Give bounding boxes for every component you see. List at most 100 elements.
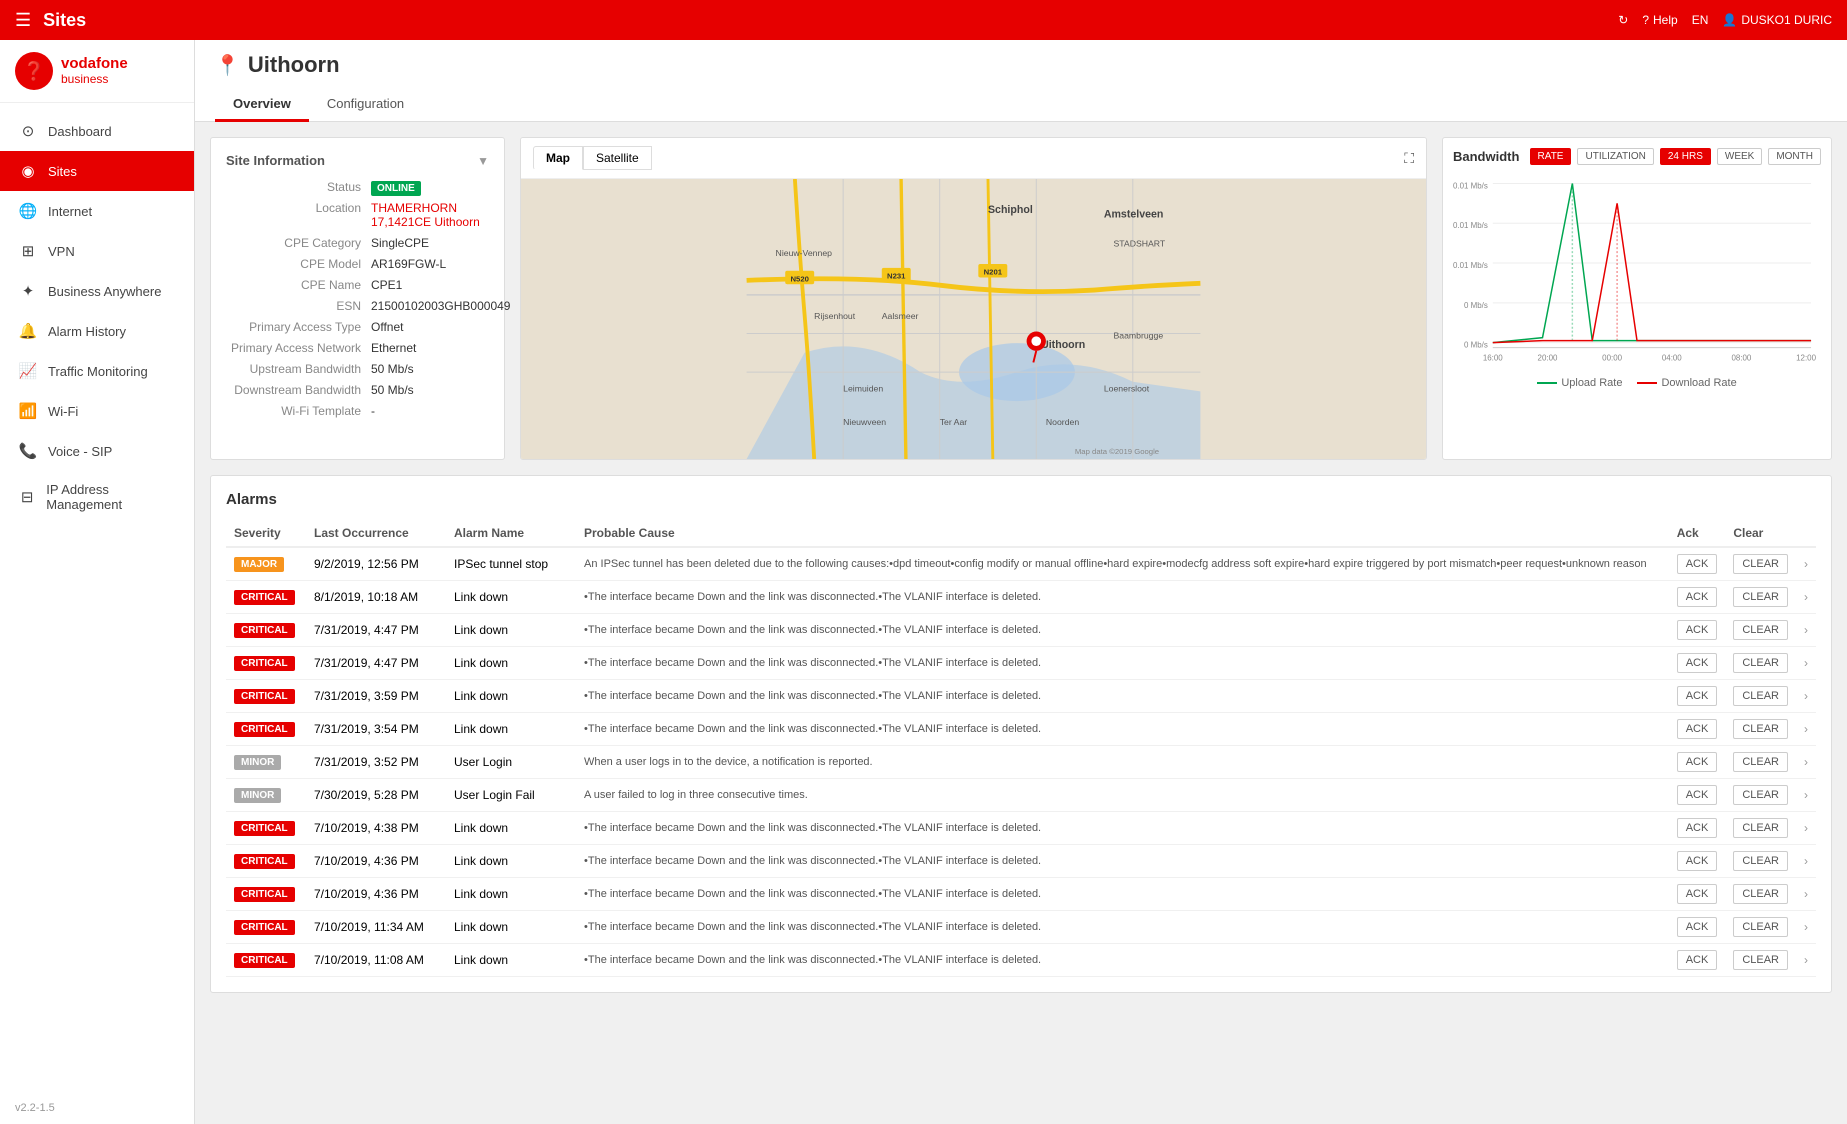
last-occurrence: 7/31/2019, 4:47 PM [306, 614, 446, 647]
row-expand-icon[interactable]: › [1804, 689, 1808, 703]
language-selector[interactable]: EN [1692, 13, 1709, 27]
severity-badge: CRITICAL [234, 920, 295, 935]
ip-icon: ⊟ [18, 488, 36, 506]
row-expand-icon[interactable]: › [1804, 920, 1808, 934]
ack-button[interactable]: ACK [1677, 752, 1718, 772]
svg-text:12:00: 12:00 [1796, 354, 1816, 363]
table-row: CRITICAL 7/10/2019, 4:38 PM Link down •T… [226, 812, 1816, 845]
ack-button[interactable]: ACK [1677, 587, 1718, 607]
sidebar-item-dashboard[interactable]: ⊙ Dashboard [0, 111, 194, 151]
ack-button[interactable]: ACK [1677, 917, 1718, 937]
location-link[interactable]: THAMERHORN 17,1421CE Uithoorn [371, 201, 480, 229]
row-expand-icon[interactable]: › [1804, 722, 1808, 736]
table-row: CRITICAL 7/10/2019, 4:36 PM Link down •T… [226, 878, 1816, 911]
clear-button[interactable]: CLEAR [1733, 785, 1788, 805]
info-row-primary-access-type: Primary Access Type Offnet [226, 320, 489, 334]
primary-access-type-value: Offnet [371, 320, 489, 334]
severity-badge: CRITICAL [234, 590, 295, 605]
ack-button[interactable]: ACK [1677, 719, 1718, 739]
table-row: CRITICAL 7/10/2019, 11:08 AM Link down •… [226, 944, 1816, 977]
probable-cause: •The interface became Down and the link … [576, 581, 1669, 614]
sidebar-item-internet[interactable]: 🌐 Internet [0, 191, 194, 231]
clear-button[interactable]: CLEAR [1733, 719, 1788, 739]
sidebar-item-business-anywhere[interactable]: ✦ Business Anywhere [0, 271, 194, 311]
clear-button[interactable]: CLEAR [1733, 554, 1788, 574]
alarm-name: Link down [446, 614, 576, 647]
row-expand-icon[interactable]: › [1804, 821, 1808, 835]
row-expand-icon[interactable]: › [1804, 590, 1808, 604]
row-expand-icon[interactable]: › [1804, 656, 1808, 670]
row-expand-icon[interactable]: › [1804, 788, 1808, 802]
alarms-section: Alarms Severity Last Occurrence Alarm Na… [210, 475, 1832, 993]
clear-button[interactable]: CLEAR [1733, 752, 1788, 772]
bw-btn-month[interactable]: MONTH [1768, 148, 1821, 165]
row-expand-icon[interactable]: › [1804, 623, 1808, 637]
site-info-chevron-icon[interactable]: ▼ [477, 154, 489, 168]
svg-text:Baambrugge: Baambrugge [1114, 330, 1164, 340]
ack-button[interactable]: ACK [1677, 620, 1718, 640]
row-expand-icon[interactable]: › [1804, 953, 1808, 967]
refresh-icon[interactable]: ↻ [1618, 13, 1628, 27]
row-expand-icon[interactable]: › [1804, 887, 1808, 901]
svg-text:04:00: 04:00 [1662, 354, 1682, 363]
content-area: 📍 Uithoorn Overview Configuration Site I… [195, 40, 1847, 1124]
ack-button[interactable]: ACK [1677, 884, 1718, 904]
sidebar-item-sites[interactable]: ◉ Sites [0, 151, 194, 191]
clear-button[interactable]: CLEAR [1733, 686, 1788, 706]
clear-button[interactable]: CLEAR [1733, 884, 1788, 904]
sidebar-item-wifi[interactable]: 📶 Wi-Fi [0, 391, 194, 431]
ack-button[interactable]: ACK [1677, 785, 1718, 805]
clear-button[interactable]: CLEAR [1733, 653, 1788, 673]
alarm-name: Link down [446, 878, 576, 911]
table-row: CRITICAL 8/1/2019, 10:18 AM Link down •T… [226, 581, 1816, 614]
clear-button[interactable]: CLEAR [1733, 587, 1788, 607]
fullscreen-icon[interactable]: ⛶ [1404, 150, 1414, 167]
vodafone-logo-circle: ❓ [15, 52, 53, 90]
map-tab-map[interactable]: Map [533, 146, 583, 170]
site-info-card: Site Information ▼ Status ONLINE Locatio… [210, 137, 505, 460]
bw-btn-week[interactable]: WEEK [1717, 148, 1762, 165]
table-row: CRITICAL 7/10/2019, 11:34 AM Link down •… [226, 911, 1816, 944]
ack-button[interactable]: ACK [1677, 818, 1718, 838]
bw-btn-rate[interactable]: RATE [1530, 148, 1572, 165]
sidebar-label-dashboard: Dashboard [48, 124, 112, 139]
row-expand-icon[interactable]: › [1804, 755, 1808, 769]
bandwidth-card: Bandwidth RATE UTILIZATION 24 HRS WEEK M… [1442, 137, 1832, 460]
sidebar-item-alarm-history[interactable]: 🔔 Alarm History [0, 311, 194, 351]
legend-download: Download Rate [1637, 377, 1736, 389]
ack-button[interactable]: ACK [1677, 950, 1718, 970]
help-button[interactable]: ? Help [1642, 13, 1677, 27]
sidebar-item-ip-address[interactable]: ⊟ IP Address Management [0, 471, 194, 523]
tab-overview[interactable]: Overview [215, 88, 309, 122]
clear-button[interactable]: CLEAR [1733, 818, 1788, 838]
sidebar-version: v2.2-1.5 [0, 1092, 194, 1124]
probable-cause: •The interface became Down and the link … [576, 713, 1669, 746]
ack-button[interactable]: ACK [1677, 851, 1718, 871]
svg-text:Nieuwveen: Nieuwveen [843, 417, 886, 427]
row-expand-icon[interactable]: › [1804, 854, 1808, 868]
sidebar-item-vpn[interactable]: ⊞ VPN [0, 231, 194, 271]
map-container: N520 N231 N201 Amstelveen STADSHART Schi… [521, 179, 1426, 459]
clear-button[interactable]: CLEAR [1733, 950, 1788, 970]
ack-button[interactable]: ACK [1677, 554, 1718, 574]
row-expand-icon[interactable]: › [1804, 557, 1808, 571]
clear-button[interactable]: CLEAR [1733, 851, 1788, 871]
probable-cause: •The interface became Down and the link … [576, 812, 1669, 845]
alarm-name: Link down [446, 812, 576, 845]
col-header-alarm-name: Alarm Name [446, 520, 576, 547]
clear-button[interactable]: CLEAR [1733, 620, 1788, 640]
map-tab-satellite[interactable]: Satellite [583, 146, 652, 170]
user-profile[interactable]: 👤 DUSKO1 DURIC [1722, 13, 1832, 27]
sidebar-nav: ⊙ Dashboard ◉ Sites 🌐 Internet ⊞ VPN ✦ B… [0, 103, 194, 1092]
bw-btn-24hrs[interactable]: 24 HRS [1660, 148, 1711, 165]
hamburger-icon[interactable]: ☰ [15, 10, 31, 31]
ack-button[interactable]: ACK [1677, 686, 1718, 706]
probable-cause: •The interface became Down and the link … [576, 944, 1669, 977]
status-badge: ONLINE [371, 181, 421, 196]
ack-button[interactable]: ACK [1677, 653, 1718, 673]
bw-btn-utilization[interactable]: UTILIZATION [1577, 148, 1653, 165]
tab-configuration[interactable]: Configuration [309, 88, 422, 122]
sidebar-item-voice-sip[interactable]: 📞 Voice - SIP [0, 431, 194, 471]
clear-button[interactable]: CLEAR [1733, 917, 1788, 937]
sidebar-item-traffic-monitoring[interactable]: 📈 Traffic Monitoring [0, 351, 194, 391]
